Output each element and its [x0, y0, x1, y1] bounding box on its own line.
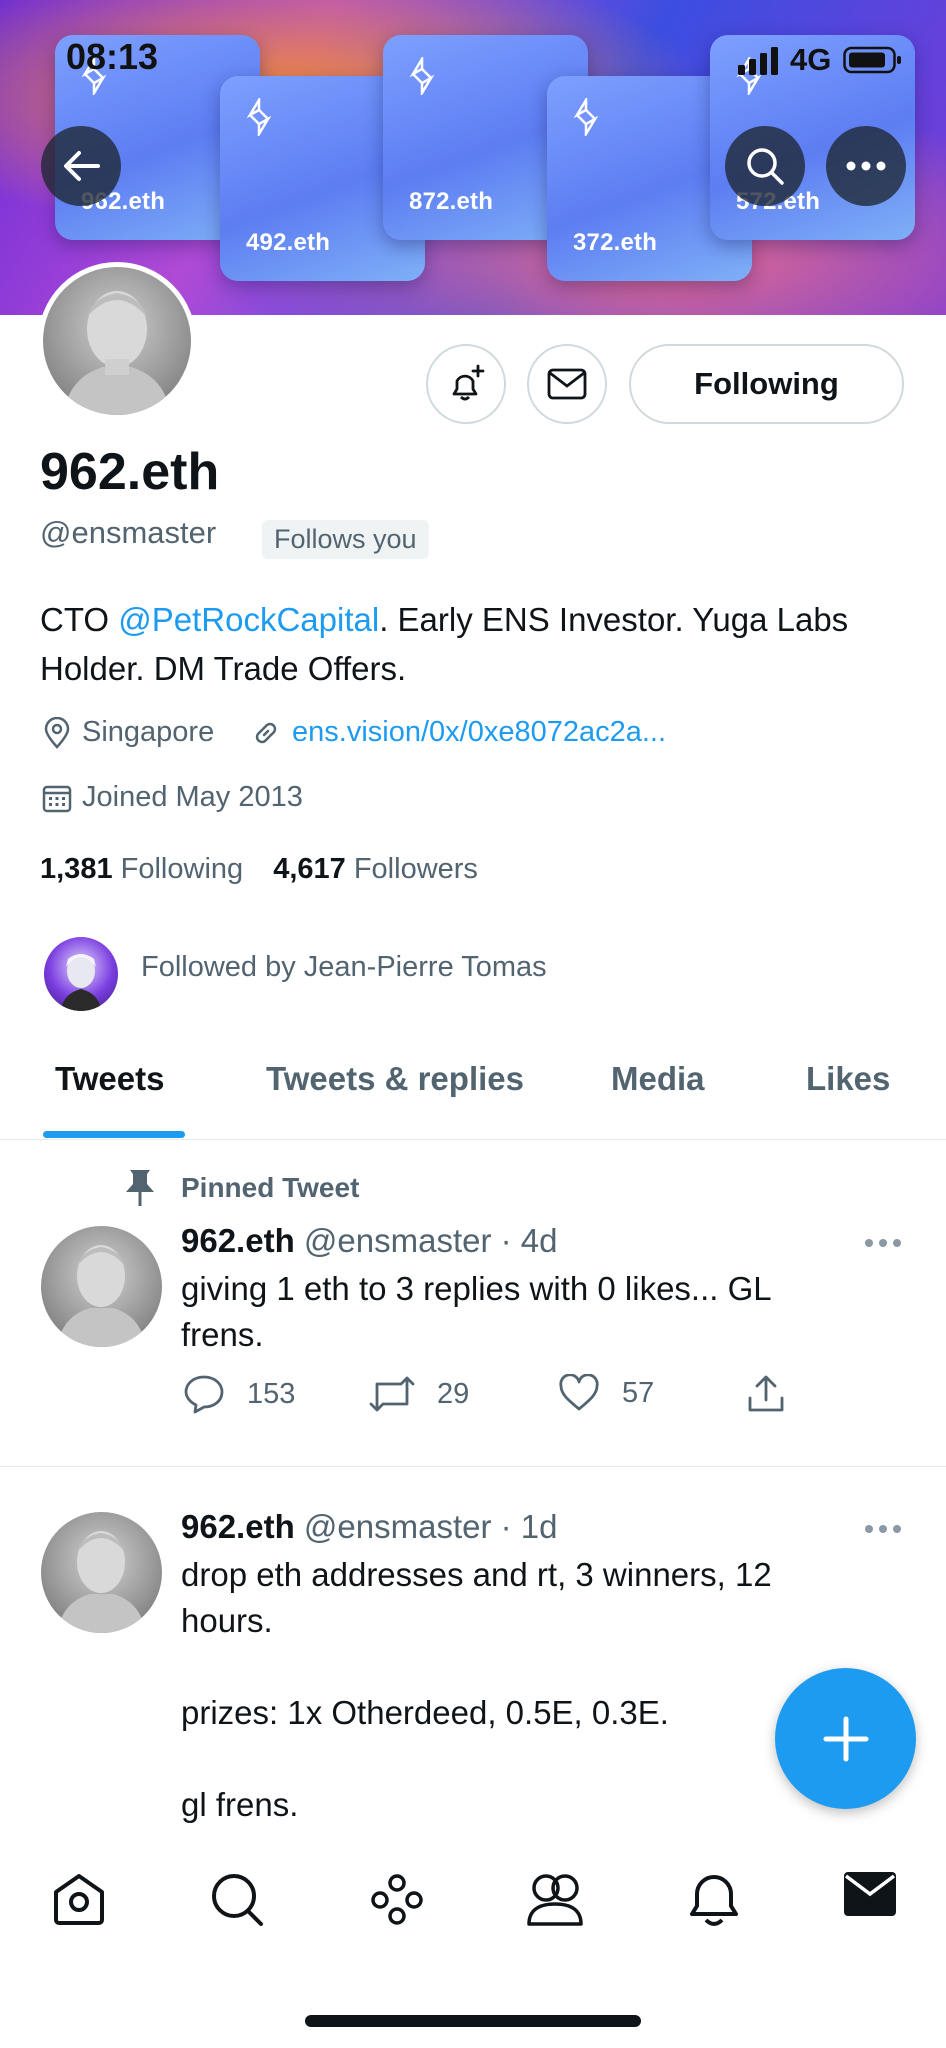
ens-logo-icon — [409, 57, 435, 95]
profile-joined: Joined May 2013 — [42, 781, 303, 814]
follow-counts: 1,381 Following 4,617 Followers — [40, 853, 478, 886]
tweet-header: 962.eth @ensmaster · 4d — [181, 1222, 558, 1260]
active-tab-indicator — [43, 1131, 185, 1138]
network-label: 4G — [790, 42, 832, 77]
calendar-icon — [42, 785, 72, 812]
profile-avatar[interactable] — [38, 262, 196, 420]
followed-by-text[interactable]: Followed by Jean-Pierre Tomas — [141, 951, 547, 984]
like-count: 57 — [622, 1376, 655, 1409]
compose-tweet-button[interactable] — [775, 1668, 916, 1809]
like-action[interactable]: 57 — [558, 1374, 654, 1412]
reply-action[interactable]: 153 — [183, 1374, 295, 1414]
tweet-divider — [0, 1466, 946, 1467]
tweet-author-name[interactable]: 962.eth — [181, 1222, 295, 1259]
retweet-count: 29 — [437, 1377, 470, 1410]
profile-bio: CTO @PetRockCapital. Early ENS Investor.… — [40, 595, 910, 693]
banner-card-label: 492.eth — [246, 229, 331, 256]
tweet-time: · 4d — [500, 1222, 558, 1259]
ens-logo-icon — [246, 98, 272, 136]
home-icon[interactable] — [50, 1870, 108, 1928]
ens-logo-icon — [573, 98, 599, 136]
bottom-navigation — [0, 1840, 946, 2048]
status-time: 08:13 — [66, 36, 159, 77]
avatar-bust-image — [63, 291, 171, 415]
search-icon — [747, 148, 784, 185]
back-button[interactable] — [41, 126, 121, 206]
signal-icon — [738, 47, 778, 75]
heart-icon — [559, 1374, 599, 1411]
following-count: 1,381 — [40, 853, 113, 885]
arrow-left-icon — [64, 151, 100, 181]
notifications-subscribe-button[interactable] — [426, 344, 506, 424]
banner-card-label: 872.eth — [409, 188, 494, 215]
tweet-author-handle[interactable]: @ensmaster — [304, 1508, 492, 1545]
followed-by-avatar[interactable] — [44, 937, 118, 1011]
retweet-icon — [369, 1376, 415, 1412]
location-pin-icon — [44, 716, 70, 749]
bio-text: CTO — [40, 601, 119, 638]
following-label: Following — [120, 853, 244, 885]
website-link[interactable]: ens.vision/0x/0xe8072ac2a... — [292, 716, 666, 749]
tweet-author-avatar[interactable] — [41, 1512, 162, 1633]
search-button[interactable] — [725, 126, 805, 206]
tabs-divider — [0, 1139, 946, 1140]
tweet-author-name[interactable]: 962.eth — [181, 1508, 295, 1545]
more-dots-icon — [846, 161, 886, 171]
avatar-image — [60, 954, 102, 1011]
pinned-tweet-label: Pinned Tweet — [181, 1172, 360, 1203]
more-options-button[interactable] — [826, 126, 906, 206]
followers-count-link[interactable]: 4,617 Followers — [273, 853, 478, 885]
tab-media[interactable]: Media — [611, 1060, 705, 1098]
profile-location: Singapore — [42, 716, 214, 749]
profile-name: 962.eth — [40, 443, 220, 501]
tweet-line: prizes: 1x Otherdeed, 0.5E, 0.3E. — [181, 1694, 669, 1731]
tweet-line: gl frens. — [181, 1786, 299, 1823]
message-button[interactable] — [527, 344, 607, 424]
tweet-more-icon[interactable] — [864, 1524, 902, 1534]
followers-label: Followers — [353, 853, 478, 885]
tab-tweets-and-replies[interactable]: Tweets & replies — [266, 1060, 524, 1098]
search-icon[interactable] — [209, 1870, 265, 1928]
pin-icon — [126, 1170, 154, 1206]
following-count-link[interactable]: 1,381 Following — [40, 853, 243, 885]
tab-tweets[interactable]: Tweets — [55, 1060, 164, 1098]
tweet-header: 962.eth @ensmaster · 1d — [181, 1508, 558, 1546]
avatar-bust-image — [57, 1531, 146, 1633]
share-icon[interactable] — [746, 1374, 786, 1414]
profile-website[interactable]: ens.vision/0x/0xe8072ac2a... — [250, 716, 666, 749]
envelope-icon — [547, 368, 587, 400]
communities-icon[interactable] — [525, 1870, 585, 1928]
link-icon — [255, 722, 277, 743]
bell-plus-icon — [452, 364, 485, 401]
tweet-line: drop eth addresses and rt, 3 winners, 12… — [181, 1556, 772, 1639]
home-indicator — [305, 2015, 641, 2027]
retweet-action[interactable]: 29 — [369, 1374, 469, 1414]
tab-likes[interactable]: Likes — [806, 1060, 890, 1098]
avatar-bust-image — [57, 1245, 146, 1347]
tweet-time: · 1d — [500, 1508, 558, 1545]
battery-icon — [843, 46, 902, 74]
spaces-icon[interactable] — [368, 1870, 426, 1928]
follows-you-badge: Follows you — [262, 520, 429, 559]
plus-icon — [823, 1716, 868, 1761]
tweet-text: giving 1 eth to 3 replies with 0 likes..… — [181, 1270, 771, 1353]
banner-card-label: 372.eth — [573, 229, 658, 256]
location-text: Singapore — [82, 716, 215, 748]
reply-icon — [184, 1375, 224, 1414]
profile-handle: @ensmaster — [40, 515, 217, 550]
tweet-author-avatar[interactable] — [41, 1226, 162, 1347]
status-indicators: 4G — [738, 42, 903, 78]
tweet-author-handle[interactable]: @ensmaster — [304, 1222, 492, 1259]
bio-mention-link[interactable]: @PetRockCapital — [118, 601, 379, 638]
tweet-more-icon[interactable] — [864, 1238, 902, 1248]
reply-count: 153 — [247, 1377, 296, 1410]
notifications-bell-icon[interactable] — [686, 1870, 742, 1928]
tweet-text: drop eth addresses and rt, 3 winners, 12… — [181, 1552, 831, 1828]
followers-count: 4,617 — [273, 853, 346, 885]
joined-text: Joined May 2013 — [82, 781, 303, 813]
following-button[interactable]: Following — [629, 344, 904, 424]
messages-envelope-icon[interactable] — [842, 1870, 898, 1918]
